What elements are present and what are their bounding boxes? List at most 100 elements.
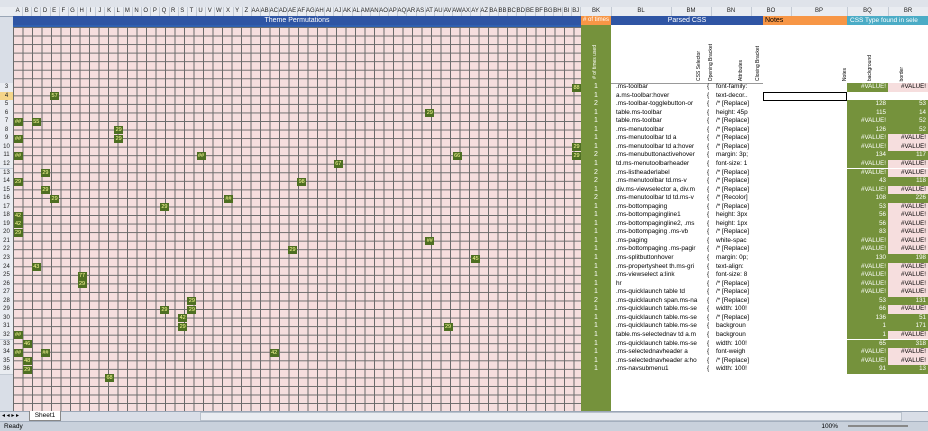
attributes-cell[interactable]: white-spac xyxy=(716,237,763,246)
css-selector-cell[interactable]: .ms-toolbar-togglebutton-or xyxy=(616,100,708,109)
background-cell[interactable]: 65 xyxy=(847,339,888,349)
border-cell[interactable]: 52 xyxy=(888,125,928,135)
attributes-cell[interactable]: /* [Replace] xyxy=(716,288,763,297)
opening-bracket-cell[interactable]: { xyxy=(707,109,715,118)
css-selector-cell[interactable]: .ms-quicklaunch table.ms-se xyxy=(616,305,708,314)
css-selector-cell[interactable]: div.ms-viewselector a, div.m xyxy=(616,186,708,195)
border-cell[interactable]: #VALUE! xyxy=(888,142,928,152)
background-cell[interactable]: #VALUE! xyxy=(847,134,888,143)
background-cell[interactable]: 83 xyxy=(847,228,888,237)
background-cell[interactable] xyxy=(847,91,888,101)
background-cell[interactable]: 130 xyxy=(847,254,888,263)
background-cell[interactable]: #VALUE! xyxy=(847,262,888,272)
attributes-cell[interactable]: height: 3px xyxy=(716,211,763,220)
opening-bracket-cell[interactable]: { xyxy=(707,322,715,331)
css-selector-cell[interactable]: .ms-listheaderlabel xyxy=(616,169,708,178)
column-letter[interactable]: BR xyxy=(888,7,928,16)
css-selector-cell[interactable]: .ms-menutoolbar td.ms-v xyxy=(616,177,708,186)
border-cell[interactable] xyxy=(888,91,928,101)
background-cell[interactable]: #VALUE! xyxy=(847,168,888,178)
background-cell[interactable]: 128 xyxy=(847,100,888,109)
attributes-cell[interactable]: height: 45p xyxy=(716,109,763,118)
css-selector-cell[interactable]: .ms-quicklaunch table.ms-se xyxy=(616,322,708,331)
css-selector-cell[interactable]: .ms-menutoolbar td a:hover xyxy=(616,143,708,152)
border-cell[interactable]: 14 xyxy=(888,108,928,118)
attributes-cell[interactable]: /* [Replace] xyxy=(716,100,763,109)
opening-bracket-cell[interactable]: { xyxy=(707,126,715,135)
column-letter[interactable]: BP xyxy=(791,7,848,16)
border-cell[interactable]: 118 xyxy=(888,177,928,186)
border-cell[interactable]: #VALUE! xyxy=(888,211,928,220)
attributes-cell[interactable]: font-size: 1 xyxy=(716,160,763,169)
border-cell[interactable]: #VALUE! xyxy=(888,330,928,340)
opening-bracket-cell[interactable]: { xyxy=(707,194,715,203)
opening-bracket-cell[interactable]: { xyxy=(707,143,715,152)
border-cell[interactable]: #VALUE! xyxy=(888,185,928,195)
attributes-cell[interactable]: width: 100! xyxy=(716,340,763,349)
opening-bracket-cell[interactable]: { xyxy=(707,340,715,349)
opening-bracket-cell[interactable]: { xyxy=(707,220,715,229)
css-selector-cell[interactable]: .ms-splitbuttonhover xyxy=(616,254,708,263)
opening-bracket-cell[interactable]: { xyxy=(707,160,715,169)
background-cell[interactable]: #VALUE! xyxy=(847,142,888,152)
attributes-cell[interactable]: /* [Replace] xyxy=(716,134,763,143)
attributes-cell[interactable]: /* [Replace] xyxy=(716,126,763,135)
attributes-cell[interactable]: width: 100! xyxy=(716,365,763,374)
attributes-cell[interactable]: /* [Replace] xyxy=(716,186,763,195)
attributes-cell[interactable]: /* [Replace] xyxy=(716,357,763,366)
attributes-cell[interactable]: /* [Replace] xyxy=(716,177,763,186)
attributes-cell[interactable]: /* [Recolor] xyxy=(716,194,763,203)
column-letter[interactable]: BQ xyxy=(847,7,889,16)
opening-bracket-cell[interactable]: { xyxy=(707,100,715,109)
border-cell[interactable]: #VALUE! xyxy=(888,279,928,289)
border-cell[interactable]: #VALUE! xyxy=(888,83,928,92)
css-selector-cell[interactable]: .ms-quicklaunch table.ms-se xyxy=(616,340,708,349)
attributes-cell[interactable]: /* [Replace] xyxy=(716,280,763,289)
background-cell[interactable]: 115 xyxy=(847,108,888,118)
border-cell[interactable]: 51 xyxy=(888,313,928,323)
attributes-cell[interactable]: font-size: 8 xyxy=(716,271,763,280)
css-selector-cell[interactable]: .ms-bottompagingline2, .ms xyxy=(616,220,708,229)
attributes-cell[interactable]: text-decor.. xyxy=(716,92,763,101)
css-selector-cell[interactable]: .ms-selectednavheader a:ho xyxy=(616,357,708,366)
border-cell[interactable]: 318 xyxy=(888,339,928,349)
column-letter[interactable]: BN xyxy=(711,7,752,16)
attributes-cell[interactable]: text-align: xyxy=(716,263,763,272)
attributes-cell[interactable]: /* [Replace] xyxy=(716,203,763,212)
opening-bracket-cell[interactable]: { xyxy=(707,280,715,289)
background-cell[interactable]: 56 xyxy=(847,219,888,229)
css-selector-cell[interactable]: .ms-paging xyxy=(616,237,708,246)
attributes-cell[interactable]: font-weigh xyxy=(716,348,763,357)
column-letter[interactable]: BK xyxy=(581,7,612,16)
attributes-cell[interactable]: backgroun xyxy=(716,322,763,331)
opening-bracket-cell[interactable]: { xyxy=(707,297,715,306)
background-cell[interactable]: 126 xyxy=(847,125,888,135)
attributes-cell[interactable]: height: 1px xyxy=(716,220,763,229)
background-cell[interactable]: 53 xyxy=(847,296,888,306)
opening-bracket-cell[interactable]: { xyxy=(707,254,715,263)
attributes-cell[interactable]: backgroun xyxy=(716,331,763,340)
border-cell[interactable]: 198 xyxy=(888,254,928,263)
column-letter[interactable]: BJ xyxy=(571,7,582,16)
opening-bracket-cell[interactable]: { xyxy=(707,211,715,220)
border-cell[interactable]: 226 xyxy=(888,194,928,203)
attributes-cell[interactable]: /* [Replace] xyxy=(716,169,763,178)
css-selector-cell[interactable]: .ms-bottompaging .ms-pagir xyxy=(616,245,708,254)
css-selector-cell[interactable]: .ms-quicklaunch table td xyxy=(616,288,708,297)
border-cell[interactable]: #VALUE! xyxy=(888,228,928,237)
opening-bracket-cell[interactable]: { xyxy=(707,357,715,366)
opening-bracket-cell[interactable]: { xyxy=(707,348,715,357)
css-selector-cell[interactable]: .ms-quicklaunch table.ms-se xyxy=(616,314,708,323)
attributes-cell[interactable]: /* [Replace] xyxy=(716,117,763,126)
css-selector-cell[interactable]: .ms-menutoolbar td td.ms-v xyxy=(616,194,708,203)
border-cell[interactable]: 171 xyxy=(888,322,928,331)
background-cell[interactable]: 53 xyxy=(847,202,888,212)
css-selector-cell[interactable]: table.ms-selectednav td a.m xyxy=(616,331,708,340)
column-letter[interactable]: BO xyxy=(751,7,792,16)
attributes-cell[interactable]: /* [Replace] xyxy=(716,297,763,306)
border-cell[interactable]: 13 xyxy=(888,365,928,374)
border-cell[interactable]: #VALUE! xyxy=(888,348,928,357)
attributes-cell[interactable]: margin: 0p; xyxy=(716,254,763,263)
background-cell[interactable]: #VALUE! xyxy=(847,236,888,246)
css-selector-cell[interactable]: .ms-toolbar xyxy=(616,83,708,92)
